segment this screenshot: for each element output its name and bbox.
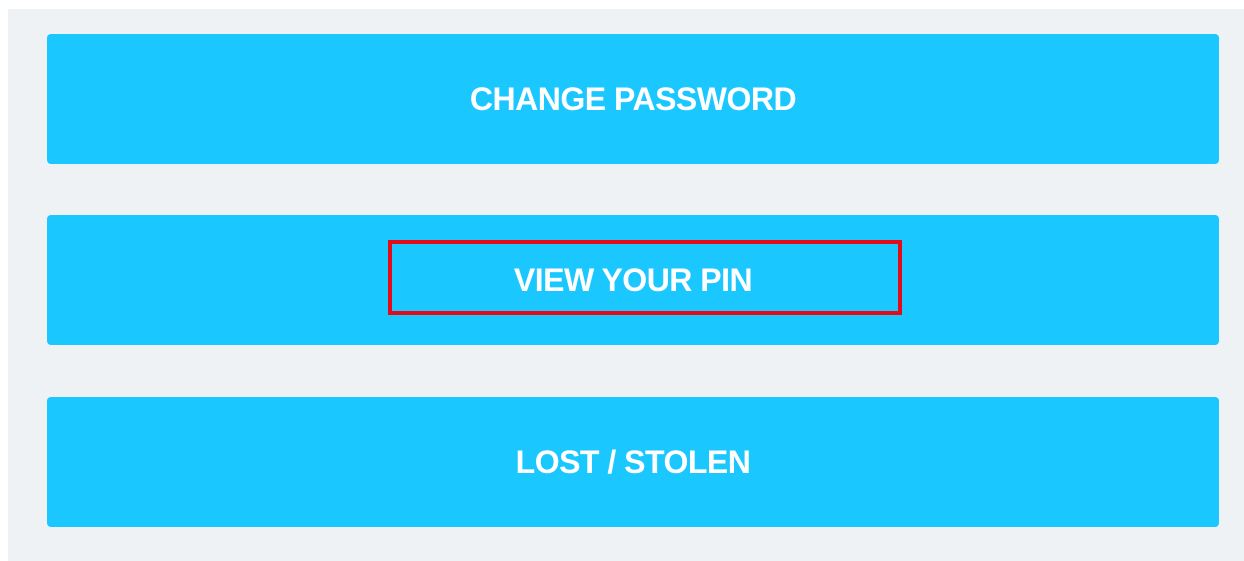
lost-stolen-label: LOST / STOLEN bbox=[515, 443, 751, 480]
change-password-label: CHANGE PASSWORD bbox=[469, 80, 797, 117]
view-your-pin-button[interactable]: VIEW YOUR PIN bbox=[47, 215, 1219, 345]
lost-stolen-button[interactable]: LOST / STOLEN bbox=[47, 397, 1219, 527]
view-your-pin-label: VIEW YOUR PIN bbox=[513, 261, 753, 298]
card-actions-panel: CHANGE PASSWORD VIEW YOUR PIN LOST / STO… bbox=[8, 9, 1244, 561]
change-password-button[interactable]: CHANGE PASSWORD bbox=[47, 34, 1219, 164]
